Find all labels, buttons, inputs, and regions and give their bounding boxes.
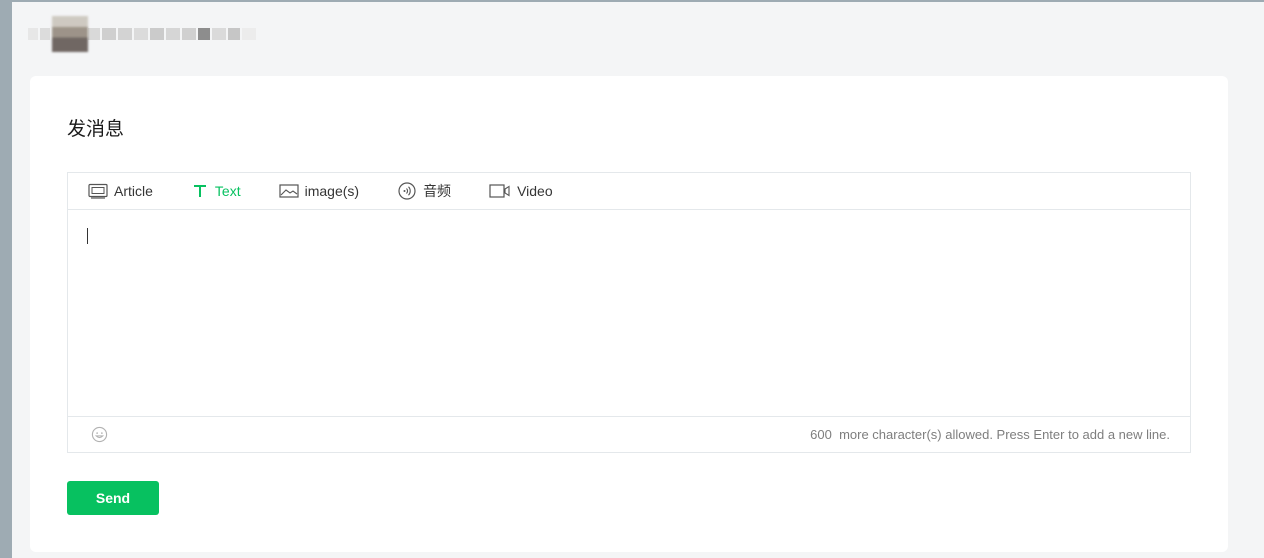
tab-text[interactable]: Text (191, 173, 241, 209)
character-counter-text: more character(s) allowed. Press Enter t… (839, 427, 1170, 442)
character-counter: 600 more character(s) allowed. Press Ent… (810, 427, 1170, 442)
send-button[interactable]: Send (67, 481, 159, 515)
tab-audio[interactable]: 音频 (397, 173, 451, 209)
article-icon (88, 183, 108, 199)
message-type-tabs: Article Text image(s) 音频 Video (68, 173, 1190, 210)
message-editor: Article Text image(s) 音频 Video 600 more … (67, 172, 1191, 453)
app-window: 发消息 Article Text image(s) 音频 Video 600 m… (12, 2, 1264, 558)
audio-icon (398, 182, 416, 200)
character-counter-number: 600 (810, 427, 832, 442)
tab-images[interactable]: image(s) (278, 173, 360, 209)
editor-footer: 600 more character(s) allowed. Press Ent… (68, 416, 1190, 452)
text-caret (87, 228, 88, 244)
page-title: 发消息 (67, 119, 125, 140)
text-icon (193, 185, 206, 197)
tab-audio-label: 音频 (423, 183, 452, 199)
tab-images-label: image(s) (304, 183, 360, 199)
image-icon (278, 184, 299, 198)
tab-article-label: Article (114, 183, 153, 199)
tab-article[interactable]: Article (88, 173, 153, 209)
tab-text-label: Text (214, 183, 241, 199)
message-card: 发消息 Article Text image(s) 音频 Video 600 m… (30, 76, 1228, 552)
message-text-input[interactable] (68, 210, 1190, 416)
tab-video[interactable]: Video (489, 173, 553, 209)
tab-video-label: Video (517, 183, 553, 199)
emoji-icon[interactable] (91, 426, 108, 443)
video-icon (489, 184, 510, 198)
account-header (28, 14, 258, 54)
avatar (52, 16, 88, 52)
